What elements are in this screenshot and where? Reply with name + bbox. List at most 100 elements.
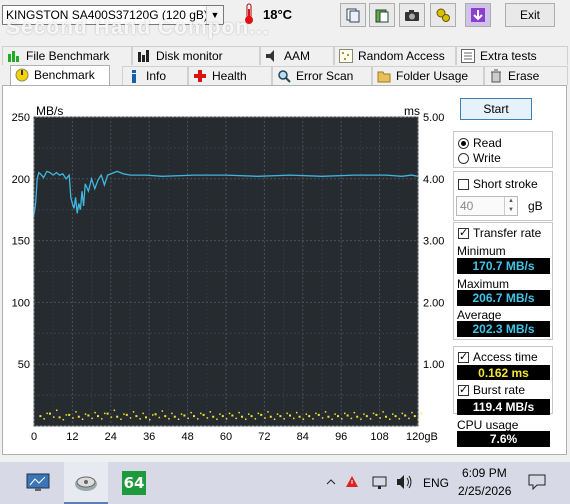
clock-time[interactable]: 6:09 PM (462, 466, 507, 480)
access-time-point (401, 412, 404, 415)
copy-info-button[interactable] (340, 3, 366, 27)
start-button[interactable]: Start (460, 98, 532, 120)
access-time-point (283, 418, 285, 420)
screenshot-button[interactable] (399, 3, 425, 27)
access-time-point (279, 415, 282, 418)
trash-icon (491, 69, 501, 83)
write-radio[interactable]: Write (458, 151, 501, 165)
access-time-point (389, 418, 391, 421)
access-time-point (56, 409, 58, 412)
y-tick-label-left: 250 (12, 112, 30, 124)
access-time-point (404, 414, 407, 417)
access-time-point (135, 415, 138, 418)
x-tick-label: 48 (181, 431, 193, 443)
access-time-point (411, 411, 413, 414)
access-time-point (87, 414, 90, 417)
access-time-point (248, 413, 250, 415)
spinner-arrows-icon[interactable]: ▲ ▼ (504, 197, 517, 215)
access-time-point (132, 411, 135, 413)
access-time-point (289, 414, 291, 417)
antivirus-tray-icon[interactable] (344, 474, 360, 491)
access-time-point (257, 412, 260, 415)
access-time-point (269, 415, 272, 418)
access-time-point (219, 413, 221, 415)
tab-aam[interactable]: AAM (260, 46, 334, 65)
access-time-point (334, 413, 336, 415)
tab-error-scan[interactable]: Error Scan (272, 66, 372, 85)
x-tick-label: 120gB (406, 431, 438, 443)
transfer-rate-checkbox[interactable]: Transfer rate (458, 226, 541, 240)
magnifier-icon (278, 70, 291, 83)
tab-random-access[interactable]: Random Access (334, 46, 456, 65)
access-time-point (94, 411, 96, 414)
clock-date[interactable]: 2/25/2026 (458, 484, 511, 498)
taskbar-monitor-app[interactable] (16, 462, 60, 504)
access-time-point (379, 417, 381, 419)
read-radio[interactable]: Read (458, 136, 502, 150)
access-time-point (216, 418, 218, 421)
taskbar-hdtune-app[interactable] (64, 462, 108, 504)
exit-button[interactable]: Exit (505, 3, 555, 27)
short-stroke-checkbox[interactable]: Short stroke (458, 177, 538, 191)
network-icon[interactable] (372, 476, 388, 493)
access-time-point (375, 413, 378, 416)
tab-extra-tests[interactable]: Extra tests (456, 46, 568, 65)
benchmark-icon (15, 68, 29, 82)
x-tick-label: 60 (220, 431, 232, 443)
access-time-point (276, 413, 279, 415)
access-time-point (231, 414, 234, 417)
options-button[interactable] (430, 3, 456, 27)
copy-text-button[interactable] (369, 3, 395, 27)
y-tick-label-right: 2.00 (423, 297, 444, 309)
burst-rate-checkbox[interactable]: Burst rate (458, 383, 525, 397)
tab-erase[interactable]: Erase (484, 66, 568, 85)
access-time-point (72, 417, 74, 419)
tab-folder-usage[interactable]: Folder Usage (372, 66, 484, 85)
tab-file-benchmark[interactable]: File Benchmark (2, 46, 132, 65)
access-time-point (337, 415, 339, 418)
notification-icon[interactable] (528, 474, 546, 493)
access-time-point (43, 418, 45, 420)
access-time-point (62, 418, 65, 421)
burst-rate-value: 119.4 MB/s (457, 399, 550, 415)
tab-health[interactable]: Health (188, 66, 272, 85)
access-time-point (353, 411, 356, 414)
x-tick-label: 12 (66, 431, 78, 443)
tab-disk-monitor[interactable]: Disk monitor (132, 46, 260, 65)
access-time-point (164, 415, 167, 418)
tab-benchmark[interactable]: Benchmark (10, 65, 110, 86)
average-label: Average (457, 308, 502, 322)
chevron-up-icon[interactable] (326, 476, 336, 486)
access-time-checkbox[interactable]: Access time (458, 350, 538, 364)
access-time-point (317, 413, 320, 416)
speaker-icon (266, 50, 274, 62)
access-time-point (81, 418, 84, 421)
file-benchmark-icon (8, 51, 19, 62)
save-button[interactable] (465, 3, 491, 27)
tab-info[interactable]: Info (122, 66, 188, 85)
access-time-point (187, 417, 189, 420)
access-time-point (382, 411, 384, 413)
language-indicator[interactable]: ENG (423, 476, 449, 490)
access-time-point (245, 418, 247, 421)
short-stroke-spinner[interactable]: 40 ▲ ▼ (456, 196, 518, 216)
x-tick-label: 108 (370, 431, 388, 443)
access-time-point (116, 415, 119, 418)
access-time-point (372, 412, 375, 415)
average-value: 202.3 MB/s (457, 321, 550, 337)
x-tick-label: 96 (335, 431, 347, 443)
download-arrow-icon (471, 8, 485, 22)
info-icon (132, 70, 136, 83)
gear-icon (436, 8, 450, 22)
x-tick-label: 84 (297, 431, 309, 443)
access-time-point (91, 417, 93, 420)
access-time-point (152, 414, 154, 416)
x-tick-label: 72 (258, 431, 270, 443)
watermark: Second Hand Compon... (6, 16, 270, 39)
taskbar-cpuid-app[interactable]: 64 (112, 462, 156, 504)
access-time-point (417, 418, 420, 420)
volume-icon[interactable] (396, 474, 414, 493)
access-time-point (398, 418, 401, 420)
access-time-point (341, 418, 343, 420)
access-time-point (53, 416, 55, 418)
